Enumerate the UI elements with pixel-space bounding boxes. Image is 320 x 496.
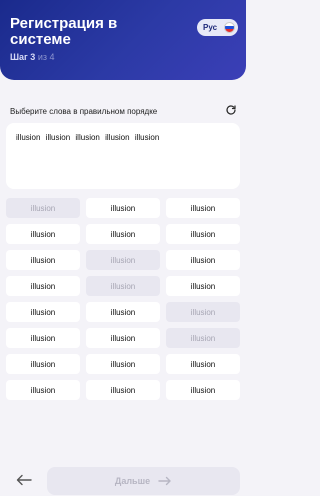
word-option-button[interactable]: illusion [86, 198, 160, 218]
word-option-button[interactable]: illusion [166, 250, 240, 270]
step-current: Шаг 3 [10, 52, 36, 62]
next-button-label: Дальше [114, 476, 151, 486]
word-option-button[interactable]: illusion [166, 198, 240, 218]
selected-word[interactable]: illusion [46, 133, 70, 142]
word-option-button[interactable]: illusion [6, 354, 80, 374]
selected-word[interactable]: illusion [16, 133, 40, 142]
selected-words-box[interactable]: illusion illusion illusion illusion illu… [6, 123, 240, 189]
word-option-button[interactable]: illusion [86, 328, 160, 348]
arrow-right-icon [158, 476, 171, 486]
word-option-button[interactable]: illusion [6, 250, 80, 270]
word-option-button[interactable]: illusion [166, 328, 240, 348]
word-option-button[interactable]: illusion [166, 302, 240, 322]
word-option-button[interactable]: illusion [166, 276, 240, 296]
page-title: Регистрация в системе [10, 15, 118, 48]
word-option-button[interactable]: illusion [86, 224, 160, 244]
language-label: Рус [203, 23, 218, 32]
word-option-button[interactable]: illusion [86, 276, 160, 296]
word-option-button[interactable]: illusion [86, 250, 160, 270]
russia-flag-icon [224, 22, 235, 33]
instruction-text: Выберите слова в правильном порядке [10, 107, 158, 116]
word-option-button[interactable]: illusion [6, 198, 80, 218]
word-options-grid: illusion illusion illusion illusion illusion… [6, 198, 240, 400]
language-selector[interactable]: Рус [197, 19, 238, 36]
word-option-button[interactable]: illusion [86, 380, 160, 400]
step-total: из 4 [37, 52, 55, 62]
word-option-button[interactable]: illusion [86, 354, 160, 374]
word-option-button[interactable]: illusion [6, 380, 80, 400]
selected-word[interactable]: illusion [105, 133, 129, 142]
word-option-button[interactable]: illusion [86, 302, 160, 322]
selected-word[interactable]: illusion [135, 133, 159, 142]
header: Регистрация в системе Шаг 3 из 4 Рус [0, 0, 246, 80]
refresh-icon[interactable] [225, 104, 237, 116]
arrow-left-icon[interactable] [16, 474, 32, 486]
word-option-button[interactable]: illusion [6, 328, 80, 348]
word-option-button[interactable]: illusion [6, 224, 80, 244]
selected-word[interactable]: illusion [75, 133, 99, 142]
word-option-button[interactable]: illusion [166, 354, 240, 374]
word-option-button[interactable]: illusion [6, 302, 80, 322]
step-indicator: Шаг 3 из 4 [10, 52, 55, 62]
next-button[interactable]: Дальше [47, 467, 240, 495]
word-option-button[interactable]: illusion [166, 224, 240, 244]
word-option-button[interactable]: illusion [6, 276, 80, 296]
word-option-button[interactable]: illusion [166, 380, 240, 400]
